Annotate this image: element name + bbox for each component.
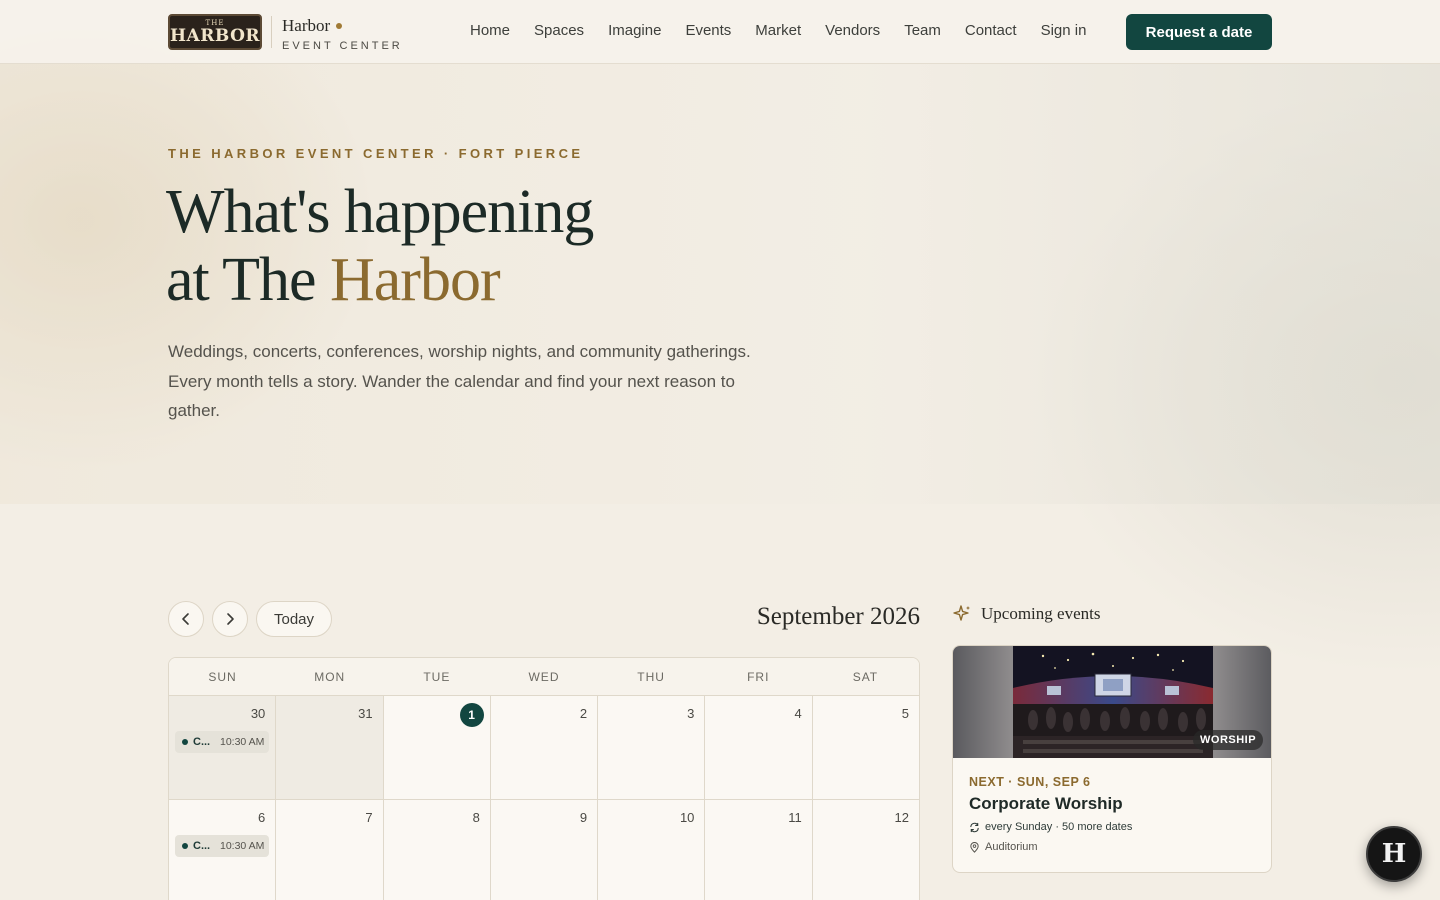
calendar-weeks: 30 C... 10:30 AM 31 1 2 3 4 5 6 C... 10:30 AM 7 8 9 10 1… bbox=[169, 696, 919, 900]
calendar-week: 6 C... 10:30 AM 7 8 9 10 11 12 bbox=[169, 800, 919, 900]
hero-title-accent: Harbor bbox=[330, 246, 501, 314]
brand-name-text: Harbor bbox=[282, 16, 331, 35]
upcoming-title: Upcoming events bbox=[981, 604, 1101, 623]
event-image: WORSHIP bbox=[953, 646, 1271, 758]
harbor-assistant-button[interactable]: H bbox=[1366, 826, 1422, 882]
upcoming-header: Upcoming events bbox=[952, 604, 1100, 624]
calendar-day-cell[interactable]: 4 bbox=[705, 696, 813, 799]
nav-link-vendors[interactable]: Vendors bbox=[825, 22, 880, 39]
day-number: 6 bbox=[258, 810, 266, 825]
event-recurrence: every Sunday · 50 more dates bbox=[969, 821, 1132, 833]
worship-scene-illustration bbox=[1013, 646, 1213, 758]
dow-sat: SAT bbox=[852, 670, 879, 684]
fab-letter: H bbox=[1381, 839, 1407, 869]
event-recurrence-text: every Sunday · 50 more dates bbox=[985, 821, 1133, 833]
day-number: 10 bbox=[679, 810, 695, 825]
brand-name[interactable]: Harbor bbox=[282, 16, 343, 36]
hero-title-line2-prefix: at The bbox=[166, 246, 331, 314]
day-number: 11 bbox=[788, 810, 802, 825]
event-chip-time: 10:30 AM bbox=[220, 736, 265, 748]
day-of-week-header: SUN MON TUE WED THU FRI SAT bbox=[169, 658, 919, 696]
day-number: 9 bbox=[579, 810, 588, 825]
day-number: 31 bbox=[358, 706, 373, 721]
repeat-icon bbox=[970, 822, 979, 832]
dow-fri: FRI bbox=[747, 670, 770, 684]
nav-link-team[interactable]: Team bbox=[904, 22, 941, 39]
nav-link-contact[interactable]: Contact bbox=[965, 22, 1017, 39]
logo-big-text: HARBOR bbox=[170, 26, 261, 46]
request-date-button[interactable]: Request a date bbox=[1126, 14, 1272, 50]
chevron-left-icon bbox=[182, 613, 189, 625]
day-number: 12 bbox=[894, 810, 909, 825]
calendar-day-cell[interactable]: 7 bbox=[276, 800, 384, 900]
calendar-day-cell[interactable]: 3 bbox=[598, 696, 706, 799]
day-number: 2 bbox=[579, 706, 588, 721]
day-number: 30 bbox=[250, 706, 266, 721]
brand-dot-icon bbox=[336, 23, 343, 29]
sparkle-icon bbox=[953, 605, 970, 621]
event-tag: WORSHIP bbox=[1193, 730, 1264, 750]
calendar-day-cell[interactable]: 5 bbox=[812, 696, 919, 799]
today-button[interactable]: Today bbox=[256, 601, 332, 637]
event-location: Auditorium bbox=[969, 841, 1038, 853]
nav-links: Home Spaces Imagine Events Market Vendor… bbox=[470, 22, 1110, 39]
today-day-number: 1 bbox=[459, 703, 484, 727]
calendar-day-cell[interactable]: 6 C... 10:30 AM bbox=[169, 800, 277, 900]
next-month-button[interactable] bbox=[212, 601, 248, 637]
day-number: 8 bbox=[472, 810, 480, 825]
hero-description: Weddings, concerts, conferences, worship… bbox=[168, 342, 751, 420]
calendar-day-cell[interactable]: 30 C... 10:30 AM bbox=[169, 696, 277, 799]
brand-subtitle: EVENT CENTER bbox=[282, 40, 403, 52]
nav-link-spaces[interactable]: Spaces bbox=[534, 22, 584, 39]
dow-tue: TUE bbox=[423, 670, 451, 684]
hero-title: What's happening at The Harbor bbox=[166, 178, 594, 314]
event-kicker: NEXT · SUN, SEP 6 bbox=[969, 775, 1091, 789]
chevron-right-icon bbox=[227, 613, 234, 625]
prev-month-button[interactable] bbox=[168, 601, 204, 637]
nav-link-market[interactable]: Market bbox=[755, 22, 801, 39]
calendar-day-cell[interactable]: 31 bbox=[276, 696, 384, 799]
month-title: September 2026 bbox=[756, 603, 920, 630]
event-chip-title: C... bbox=[193, 736, 211, 748]
top-navigation: THE HARBOR Harbor EVENT CENTER Home Spac… bbox=[0, 0, 1440, 64]
calendar-week: 30 C... 10:30 AM 31 1 2 3 4 5 bbox=[169, 696, 919, 800]
day-number: 7 bbox=[365, 810, 373, 825]
dow-wed: WED bbox=[528, 670, 560, 684]
nav-link-imagine[interactable]: Imagine bbox=[608, 22, 661, 39]
dow-thu: THU bbox=[637, 670, 665, 684]
event-chip-time: 10:30 AM bbox=[220, 840, 265, 852]
event-dot-icon bbox=[182, 843, 188, 849]
month-calendar: SUN MON TUE WED THU FRI SAT 30 C... 10:30 … bbox=[168, 657, 920, 900]
dow-mon: MON bbox=[314, 670, 346, 684]
event-chip-title: C... bbox=[193, 840, 211, 852]
hero-title-line1: What's happening bbox=[166, 178, 594, 246]
day-number: 3 bbox=[687, 706, 695, 721]
calendar-day-cell[interactable]: 10 bbox=[598, 800, 706, 900]
logo-divider bbox=[271, 16, 272, 48]
calendar-event-chip[interactable]: C... 10:30 AM bbox=[175, 835, 269, 857]
nav-link-home[interactable]: Home bbox=[470, 22, 510, 39]
hero-eyebrow: THE HARBOR EVENT CENTER · FORT PIERCE bbox=[168, 146, 584, 161]
event-title: Corporate Worship bbox=[969, 794, 1123, 813]
nav-link-events[interactable]: Events bbox=[685, 22, 731, 39]
calendar-day-cell[interactable]: 2 bbox=[490, 696, 599, 799]
calendar-event-chip[interactable]: C... 10:30 AM bbox=[175, 731, 269, 753]
calendar-day-cell[interactable]: 11 bbox=[705, 800, 813, 900]
harbor-logo[interactable]: THE HARBOR bbox=[168, 14, 262, 50]
event-dot-icon bbox=[182, 739, 188, 745]
upcoming-event-card[interactable]: WORSHIP NEXT · SUN, SEP 6 Corporate Wors… bbox=[952, 645, 1272, 873]
calendar-day-cell[interactable]: 12 bbox=[812, 800, 919, 900]
dow-sun: SUN bbox=[208, 670, 237, 684]
event-location-text: Auditorium bbox=[985, 841, 1038, 853]
location-pin-icon bbox=[970, 841, 979, 853]
day-number: 4 bbox=[794, 706, 802, 721]
nav-link-sign-in[interactable]: Sign in bbox=[1041, 22, 1087, 39]
calendar-day-cell[interactable]: 9 bbox=[490, 800, 599, 900]
event-photo bbox=[1013, 646, 1213, 758]
day-number: 5 bbox=[901, 706, 909, 721]
calendar-day-cell[interactable]: 1 bbox=[383, 696, 491, 799]
calendar-day-cell[interactable]: 8 bbox=[383, 800, 491, 900]
